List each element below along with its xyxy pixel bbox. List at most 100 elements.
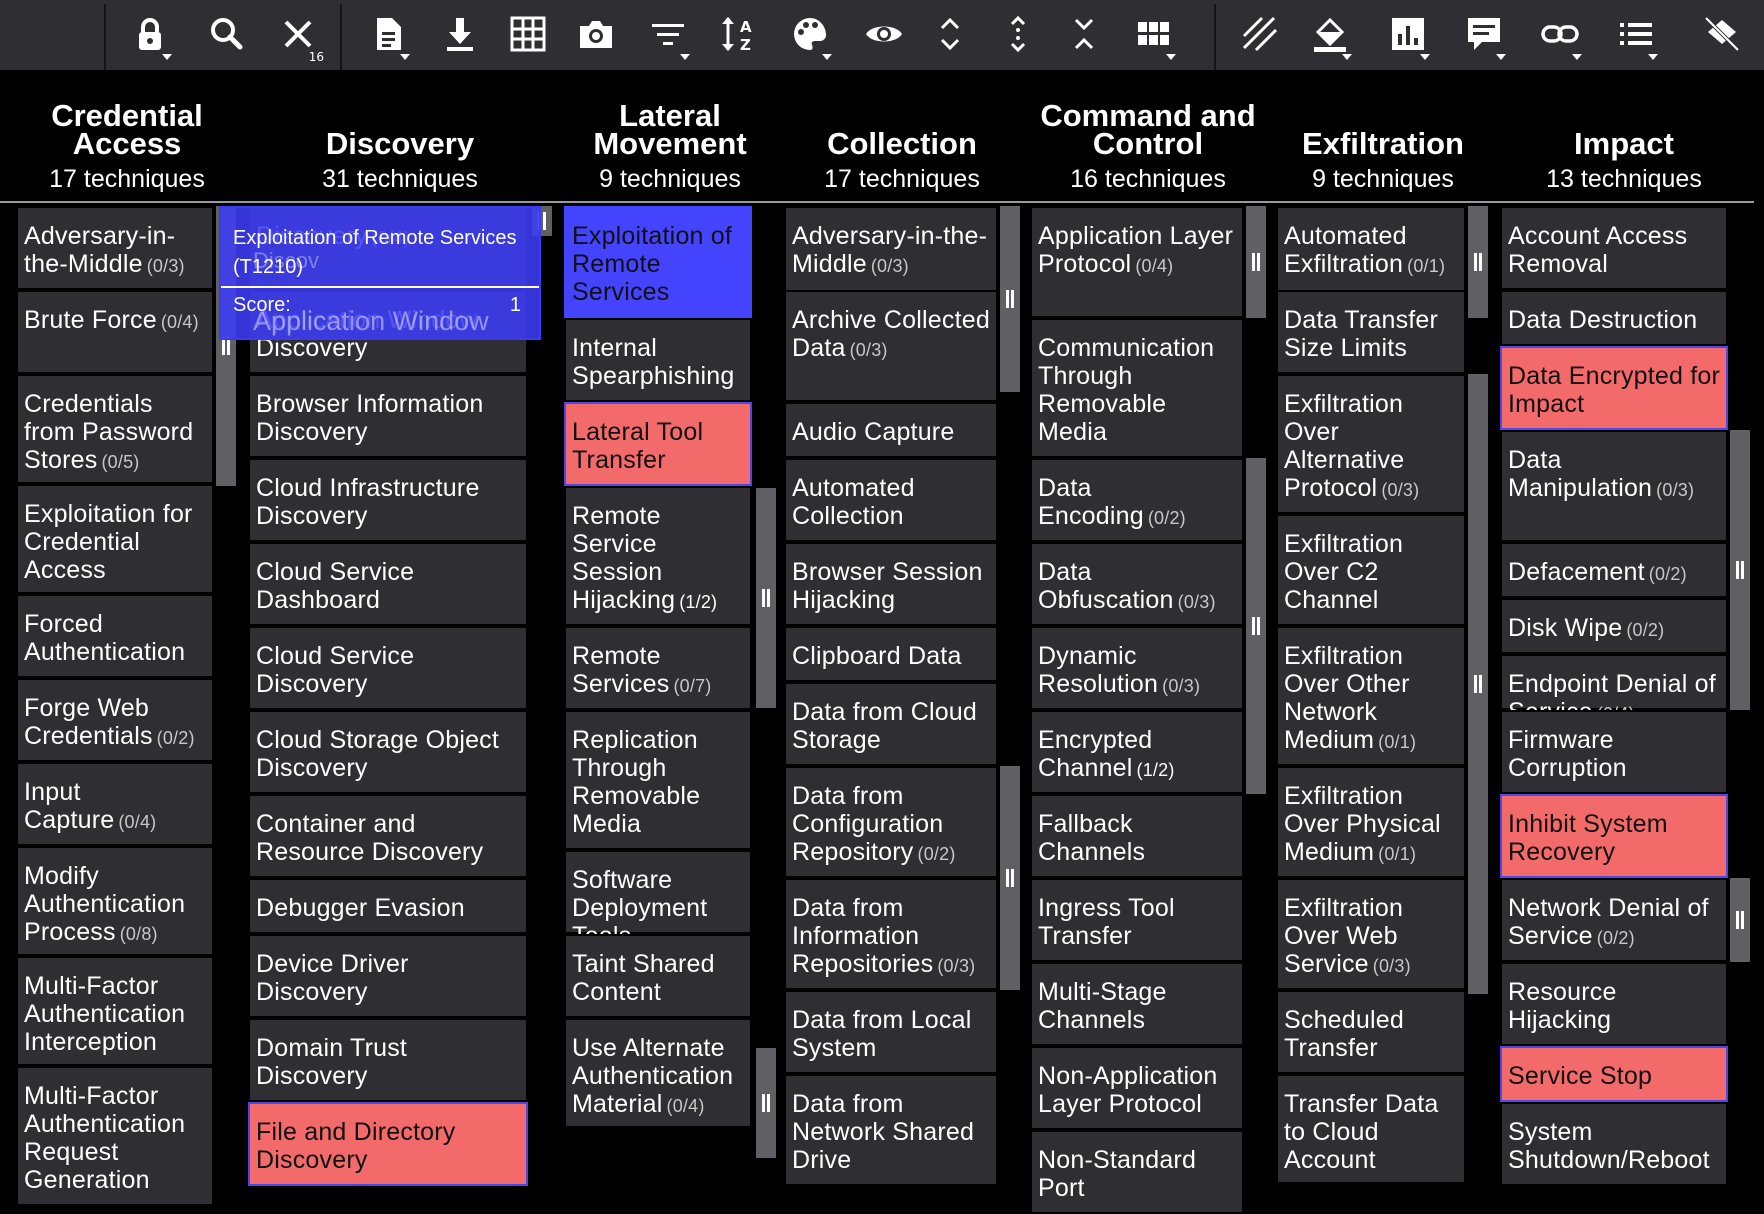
download-button[interactable] xyxy=(432,8,488,62)
technique-cell[interactable]: Data from Network Shared Drive xyxy=(784,1074,998,1186)
technique-cell[interactable]: Service Stop xyxy=(1500,1046,1728,1102)
technique-cell[interactable]: Brute Force (0/4) xyxy=(16,290,214,374)
technique-cell[interactable]: Browser Information Discovery xyxy=(248,374,528,458)
filter-button[interactable] xyxy=(640,8,696,62)
technique-cell[interactable]: Use Alternate Authentication Material (0/… xyxy=(564,1018,752,1128)
technique-cell[interactable]: Software Deployment Tools xyxy=(564,850,752,950)
subtechnique-toggle-handle[interactable] xyxy=(756,1048,776,1158)
clear-annotations-button[interactable] xyxy=(1694,8,1750,62)
collapse-button[interactable] xyxy=(1056,8,1112,62)
technique-cell[interactable]: Automated Collection xyxy=(784,458,998,542)
technique-cell[interactable]: Multi-Stage Channels xyxy=(1030,962,1244,1046)
layout-button[interactable] xyxy=(1126,8,1182,62)
technique-cell[interactable]: Encrypted Channel (1/2) xyxy=(1030,710,1244,794)
technique-cell[interactable]: Disk Wipe (0/2) xyxy=(1500,598,1728,654)
technique-cell[interactable]: Remote Services (0/7) xyxy=(564,626,752,710)
export-button[interactable] xyxy=(360,8,416,62)
technique-cell[interactable]: Replication Through Removable Media xyxy=(564,710,752,850)
fill-color-button[interactable] xyxy=(1302,8,1358,62)
technique-cell[interactable]: Forced Authentication xyxy=(16,594,214,678)
subtechnique-toggle-handle[interactable] xyxy=(1730,878,1750,962)
technique-cell[interactable]: Fallback Channels xyxy=(1030,794,1244,878)
technique-cell[interactable]: Multi-Factor Authentication Interception xyxy=(16,956,214,1066)
technique-cell[interactable]: Exploitation of Remote Services xyxy=(564,206,752,318)
link-button[interactable] xyxy=(1532,8,1588,62)
search-button[interactable] xyxy=(198,8,254,62)
technique-cell[interactable]: Non-Standard Port xyxy=(1030,1130,1244,1214)
technique-cell[interactable]: Endpoint Denial of Service(0/4) xyxy=(1500,654,1728,726)
technique-cell[interactable]: Exfiltration Over Alternative Protocol (0… xyxy=(1276,374,1466,514)
technique-cell[interactable]: Resource Hijacking xyxy=(1500,962,1728,1046)
technique-cell[interactable]: Debugger Evasion xyxy=(248,878,528,934)
technique-cell[interactable]: Data from Cloud Storage xyxy=(784,682,998,766)
technique-cell[interactable]: File and Directory Discovery xyxy=(248,1102,528,1186)
technique-cell[interactable]: Data Transfer Size Limits xyxy=(1276,290,1466,374)
technique-cell[interactable]: Communication Through Removable Media xyxy=(1030,318,1244,458)
tactic-header[interactable]: Impact 13 techniques xyxy=(1484,94,1764,194)
technique-cell[interactable]: Data from Local System xyxy=(784,990,998,1074)
technique-cell[interactable]: Data from Information Repositories (0/3) xyxy=(784,878,998,990)
technique-cell[interactable]: Data Manipulation (0/3) xyxy=(1500,430,1728,542)
technique-cell[interactable]: Inhibit System Recovery xyxy=(1500,794,1728,878)
technique-cell[interactable]: Exploitation for Credential Access xyxy=(16,484,214,594)
technique-cell[interactable]: Exfiltration Over Web Service (0/3) xyxy=(1276,878,1466,990)
technique-cell[interactable]: Dynamic Resolution (0/3) xyxy=(1030,626,1244,710)
show-hide-button[interactable] xyxy=(856,8,912,62)
tactic-header[interactable]: Exfiltration 9 techniques xyxy=(1243,94,1523,194)
technique-cell[interactable]: Data from Configuration Repository (0/2) xyxy=(784,766,998,878)
subtechnique-toggle-handle[interactable] xyxy=(1000,766,1020,990)
technique-cell[interactable]: Archive Collected Data (0/3) xyxy=(784,290,998,402)
technique-cell[interactable]: Data Obfuscation (0/3) xyxy=(1030,542,1244,626)
technique-cell[interactable]: Exfiltration Over Other Network Medium (0… xyxy=(1276,626,1466,766)
metadata-button[interactable] xyxy=(1608,8,1664,62)
color-setup-button[interactable] xyxy=(782,8,838,62)
technique-cell[interactable]: Network Denial of Service (0/2) xyxy=(1500,878,1728,962)
technique-cell[interactable]: System Shutdown/Reboot xyxy=(1500,1102,1728,1186)
lock-button[interactable] xyxy=(122,8,178,62)
technique-cell[interactable]: Application Layer Protocol (0/4) xyxy=(1030,206,1244,318)
technique-cell[interactable]: Remote Service Session Hijacking (1/2) xyxy=(564,486,752,626)
technique-cell[interactable]: Data Destruction xyxy=(1500,290,1728,346)
technique-cell[interactable]: Lateral Tool Transfer xyxy=(564,402,752,486)
tactic-header[interactable]: Collection 17 techniques xyxy=(762,94,1042,194)
technique-cell[interactable]: Data Encrypted for Impact xyxy=(1500,346,1728,430)
technique-cell[interactable]: Browser Session Hijacking xyxy=(784,542,998,626)
subtechnique-toggle-handle[interactable] xyxy=(756,488,776,708)
technique-cell[interactable]: Taint Shared Content xyxy=(564,934,752,1018)
technique-cell[interactable]: Non-Application Layer Protocol xyxy=(1030,1046,1244,1130)
technique-cell[interactable]: Multi-Factor Authentication Request Gene… xyxy=(16,1066,214,1206)
technique-cell[interactable]: Exfiltration Over Physical Medium (0/1) xyxy=(1276,766,1466,878)
subtechnique-toggle-handle[interactable] xyxy=(1000,206,1020,392)
technique-cell[interactable]: Clipboard Data xyxy=(784,626,998,682)
grid-button[interactable] xyxy=(500,8,556,62)
technique-cell[interactable]: Exfiltration Over C2 Channel xyxy=(1276,514,1466,626)
technique-cell[interactable]: Input Capture (0/4) xyxy=(16,762,214,846)
technique-cell[interactable]: Defacement (0/2) xyxy=(1500,542,1728,598)
technique-cell[interactable]: Cloud Infrastructure Discovery xyxy=(248,458,528,542)
technique-cell[interactable]: Cloud Service Dashboard xyxy=(248,542,528,626)
sort-button[interactable]: AZ xyxy=(710,8,766,62)
technique-cell[interactable]: Ingress Tool Transfer xyxy=(1030,878,1244,962)
expand-sub-button[interactable] xyxy=(990,8,1046,62)
camera-button[interactable] xyxy=(568,8,624,62)
technique-cell[interactable]: Cloud Service Discovery xyxy=(248,626,528,710)
tactic-header[interactable]: Credential Access 17 techniques xyxy=(0,94,267,194)
subtechnique-toggle-handle[interactable] xyxy=(1468,374,1488,994)
technique-cell[interactable]: Transfer Data to Cloud Account xyxy=(1276,1074,1466,1184)
subtechnique-toggle-handle[interactable] xyxy=(1246,458,1266,794)
comment-button[interactable] xyxy=(1456,8,1512,62)
subtechnique-toggle-handle[interactable] xyxy=(1468,206,1488,318)
subtechnique-toggle-handle[interactable] xyxy=(1730,430,1750,710)
technique-cell[interactable]: Modify Authentication Process (0/8) xyxy=(16,846,214,956)
subtechnique-toggle-handle[interactable] xyxy=(1246,206,1266,318)
technique-cell[interactable]: Account Access Removal xyxy=(1500,206,1728,290)
tactic-header[interactable]: Discovery 31 techniques xyxy=(260,94,540,194)
technique-cell[interactable]: Internal Spearphishing xyxy=(564,318,752,402)
technique-cell[interactable]: Firmware Corruption xyxy=(1500,710,1728,794)
clear-search-button[interactable]: 16 xyxy=(270,8,326,64)
technique-cell[interactable]: Scheduled Transfer xyxy=(1276,990,1466,1074)
no-fill-button[interactable] xyxy=(1232,8,1288,62)
expand-button[interactable] xyxy=(922,8,978,62)
technique-cell[interactable]: Adversary-in-the-Middle (0/3) xyxy=(16,206,214,290)
technique-cell[interactable]: Audio Capture xyxy=(784,402,998,458)
